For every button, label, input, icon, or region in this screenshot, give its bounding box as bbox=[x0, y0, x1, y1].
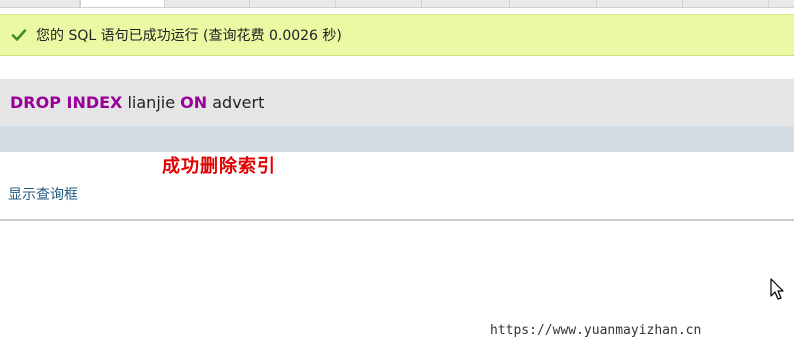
tab[interactable] bbox=[165, 0, 250, 7]
page: 您的 SQL 语句已成功运行 (查询花费 0.0026 秒) DROP INDE… bbox=[0, 0, 794, 348]
tab[interactable] bbox=[0, 0, 80, 7]
annotation-text: 成功删除索引 bbox=[162, 156, 276, 177]
watermark-url: https://www.yuanmayizhan.cn bbox=[490, 323, 702, 338]
sql-keyword-drop-index: DROP INDEX bbox=[10, 93, 123, 112]
check-icon bbox=[11, 27, 27, 43]
sql-statement: DROP INDEX lianjie ON advert bbox=[10, 93, 264, 112]
tab-strip bbox=[0, 0, 794, 8]
success-text: 您的 SQL 语句已成功运行 (查询花费 0.0026 秒) bbox=[36, 28, 342, 44]
sql-table-name: advert bbox=[212, 93, 265, 112]
sql-index-name: lianjie bbox=[127, 93, 176, 112]
tab[interactable] bbox=[683, 0, 769, 7]
success-message: 您的 SQL 语句已成功运行 (查询花费 0.0026 秒) bbox=[0, 14, 794, 56]
divider bbox=[0, 219, 794, 221]
query-toolbar-bar bbox=[0, 126, 794, 152]
tab[interactable] bbox=[422, 0, 510, 7]
show-query-box-link[interactable]: 显示查询框 bbox=[8, 184, 78, 204]
tab[interactable] bbox=[597, 0, 683, 7]
mouse-cursor-icon bbox=[770, 278, 786, 302]
tab[interactable] bbox=[250, 0, 336, 7]
sql-query-box: DROP INDEX lianjie ON advert bbox=[0, 79, 794, 126]
tab[interactable] bbox=[510, 0, 597, 7]
tab-active[interactable] bbox=[80, 0, 165, 7]
tab[interactable] bbox=[336, 0, 422, 7]
sql-keyword-on: ON bbox=[180, 93, 208, 112]
